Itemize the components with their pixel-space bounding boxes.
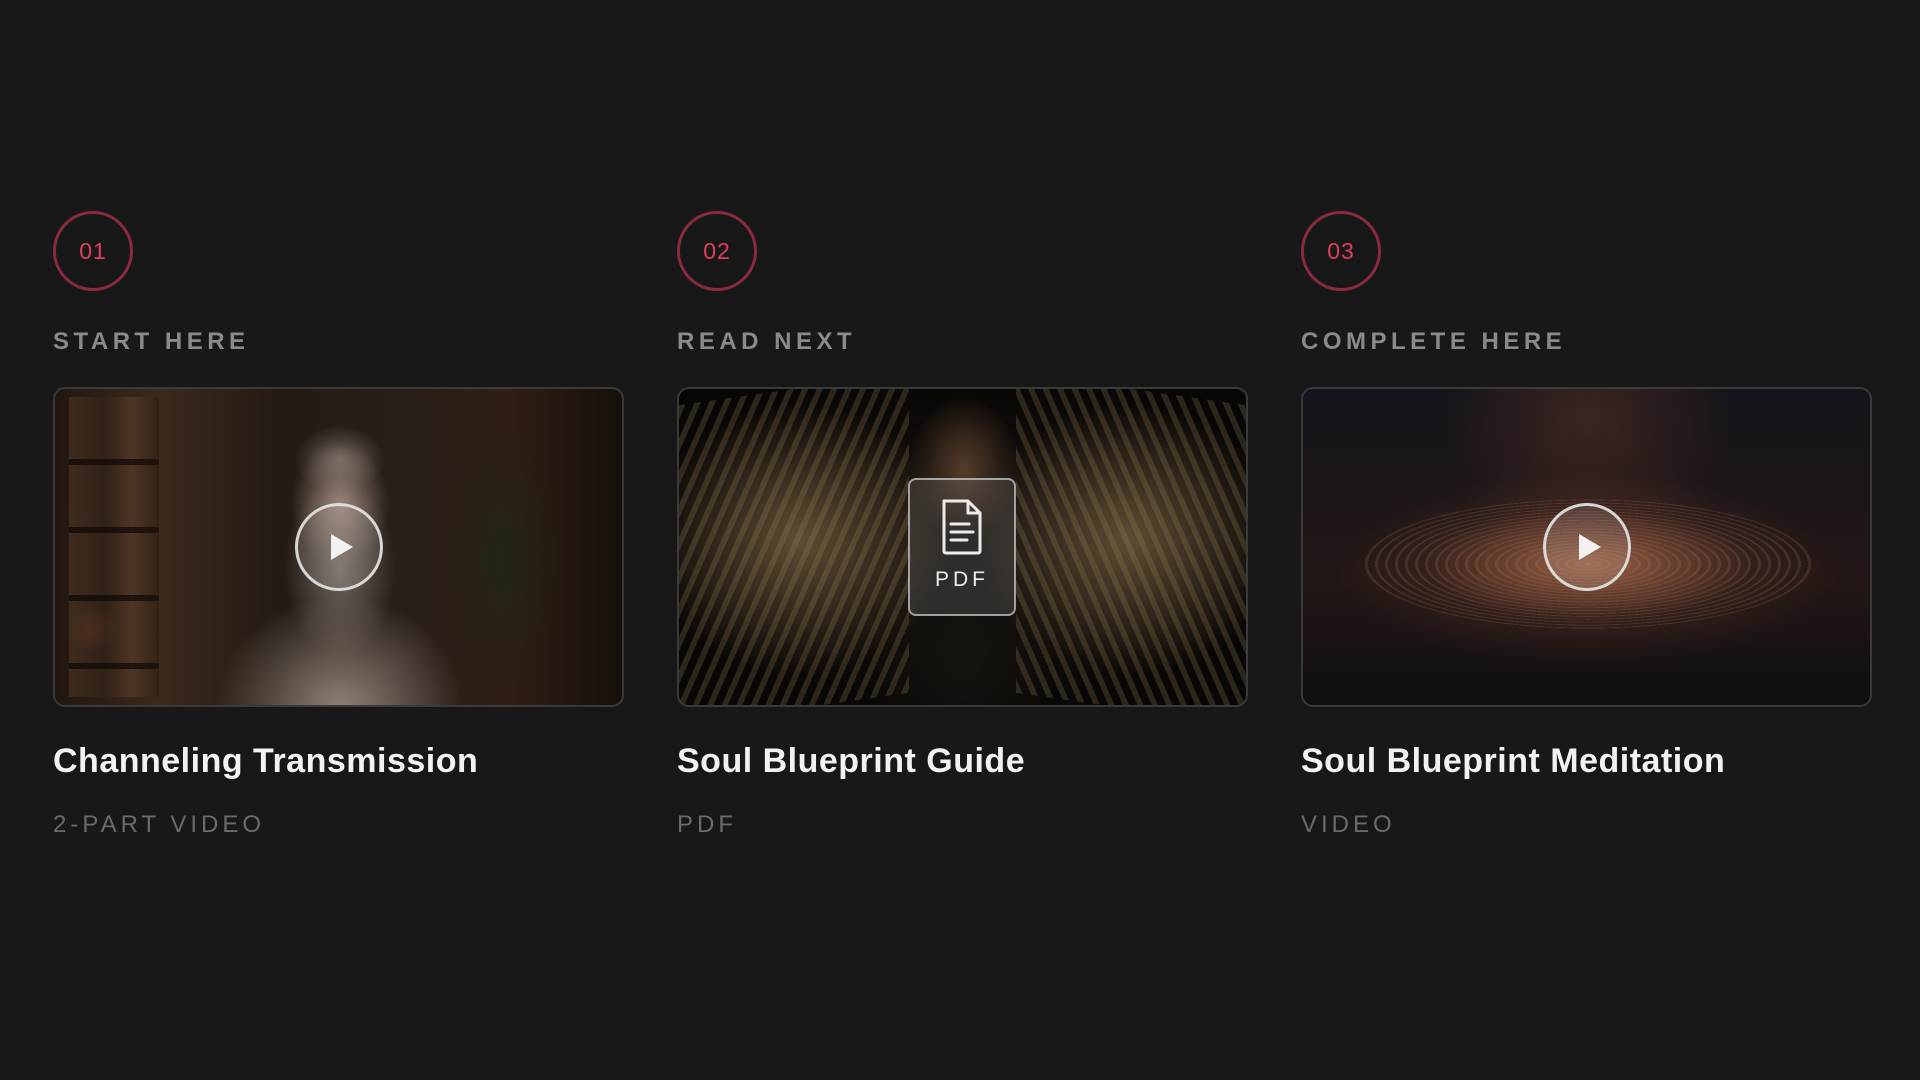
pdf-thumbnail[interactable]: PDF <box>677 387 1248 707</box>
step-number-badge: 01 <box>53 211 133 291</box>
card-media-type: VIDEO <box>1301 811 1396 838</box>
card-media-type: 2-PART VIDEO <box>53 811 266 838</box>
step-eyebrow: START HERE <box>53 328 250 355</box>
card-title[interactable]: Channeling Transmission <box>53 741 624 781</box>
play-icon <box>331 534 353 560</box>
step-card-channeling-transmission: 01 START HERE Channeling Transmission 2-… <box>53 211 624 839</box>
content-steps-section: 01 START HERE Channeling Transmission 2-… <box>0 0 1920 1080</box>
play-button[interactable] <box>295 503 383 591</box>
video-thumbnail[interactable] <box>1301 387 1872 707</box>
card-title[interactable]: Soul Blueprint Meditation <box>1301 741 1872 781</box>
pdf-open-button[interactable]: PDF <box>908 478 1016 616</box>
step-card-soul-blueprint-meditation: 03 COMPLETE HERE Soul Blueprint Meditati… <box>1301 211 1872 839</box>
step-number-badge: 03 <box>1301 211 1381 291</box>
card-media-type: PDF <box>677 811 737 838</box>
step-card-soul-blueprint-guide: 02 READ NEXT PDF Soul Blueprint Guide PD… <box>677 211 1248 839</box>
step-eyebrow: COMPLETE HERE <box>1301 328 1567 355</box>
card-title[interactable]: Soul Blueprint Guide <box>677 741 1248 781</box>
step-number-badge: 02 <box>677 211 757 291</box>
play-icon <box>1579 534 1601 560</box>
pdf-badge-label: PDF <box>935 568 989 591</box>
video-thumbnail[interactable] <box>53 387 624 707</box>
step-eyebrow: READ NEXT <box>677 328 857 355</box>
play-button[interactable] <box>1543 503 1631 591</box>
document-icon <box>942 499 982 555</box>
